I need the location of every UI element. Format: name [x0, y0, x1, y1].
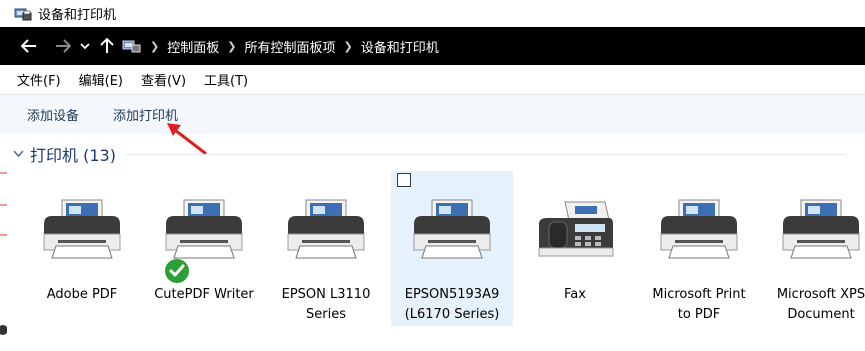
printer-icon: [287, 199, 365, 259]
device-cutepdf-writer[interactable]: CutePDF Writer: [143, 171, 265, 326]
collapse-chevron-icon[interactable]: [13, 147, 27, 161]
devices-list: Adobe PDF CutePDF Writer EPSON L3110 Ser…: [0, 171, 865, 351]
fax-icon: [538, 201, 614, 257]
breadcrumb-control-panel[interactable]: 控制面板: [167, 37, 219, 56]
menu-file[interactable]: 文件(F): [17, 70, 61, 89]
breadcrumb-all-items[interactable]: 所有控制面板项: [244, 37, 335, 56]
back-arrow-icon[interactable]: [16, 27, 42, 65]
control-panel-icon: [122, 38, 142, 54]
address-bar: ❯ 控制面板 ❯ 所有控制面板项 ❯ 设备和打印机: [0, 27, 865, 65]
forward-arrow-icon[interactable]: [50, 27, 76, 65]
command-bar: 添加设备 添加打印机: [0, 95, 865, 133]
device-label: Microsoft Print to PDF: [652, 287, 746, 322]
breadcrumb-separator-icon: ❯: [343, 39, 353, 53]
device-fax[interactable]: Fax: [514, 171, 636, 326]
up-arrow-icon[interactable]: [94, 27, 120, 65]
device-label: CutePDF Writer: [154, 287, 254, 302]
device-label: EPSON5193A9 (L6170 Series): [404, 287, 500, 322]
device-label: Microsoft XPS Document Writer: [776, 287, 865, 322]
window-title: 设备和打印机: [38, 8, 117, 23]
menu-tools[interactable]: 工具(T): [204, 70, 248, 89]
breadcrumb-separator-icon: ❯: [150, 39, 160, 53]
selection-checkbox[interactable]: [397, 173, 411, 187]
printer-icon: [165, 199, 243, 259]
menu-bar: 文件(F) 编辑(E) 查看(V) 工具(T): [0, 65, 865, 95]
title-bar: 设备和打印机: [0, 0, 865, 27]
device-epson-l3110[interactable]: EPSON L3110 Series: [265, 171, 387, 326]
device-microsoft-print-to-pdf[interactable]: Microsoft Print to PDF: [638, 171, 760, 326]
printers-section-header[interactable]: 打印机 (13): [0, 137, 865, 171]
device-adobe-pdf[interactable]: Adobe PDF: [21, 171, 143, 326]
device-label: Adobe PDF: [46, 287, 118, 302]
breadcrumb-devices-printers[interactable]: 设备和打印机: [361, 37, 439, 56]
recent-locations-chevron-icon[interactable]: [76, 27, 94, 65]
printer-icon: [782, 199, 860, 259]
section-divider: [125, 153, 845, 155]
default-printer-check-icon: [165, 259, 189, 283]
device-microsoft-xps-document-writer[interactable]: Microsoft XPS Document Writer: [760, 171, 865, 326]
printer-icon: [413, 199, 491, 259]
breadcrumb-separator-icon: ❯: [227, 39, 237, 53]
printer-icon: [43, 199, 121, 259]
device-label: EPSON L3110 Series: [281, 287, 371, 322]
breadcrumb: ❯ 控制面板 ❯ 所有控制面板项 ❯ 设备和打印机: [122, 27, 439, 65]
add-device-button[interactable]: 添加设备: [27, 105, 79, 124]
device-label: Fax: [564, 287, 586, 302]
section-title: 打印机 (13): [30, 146, 116, 165]
device-epson5193a9[interactable]: EPSON5193A9 (L6170 Series): [391, 171, 513, 326]
printer-icon: [660, 199, 738, 259]
devices-printers-icon: [14, 6, 32, 22]
menu-view[interactable]: 查看(V): [141, 70, 186, 89]
menu-edit[interactable]: 编辑(E): [79, 70, 123, 89]
